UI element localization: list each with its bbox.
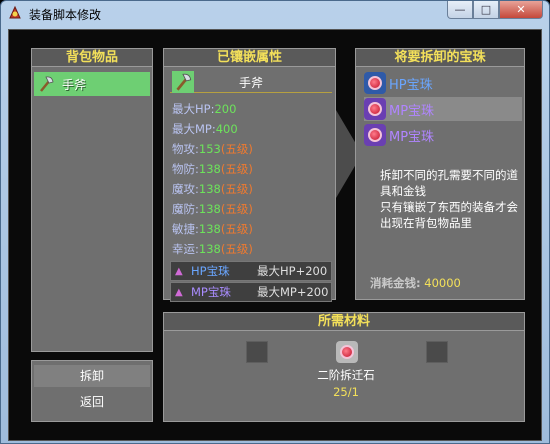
stat-key: 魔攻: (172, 182, 199, 196)
stat-value: 200 (214, 102, 237, 116)
bag-panel: 背包物品 手斧 (31, 48, 153, 352)
selected-item-label: 手斧 (238, 76, 263, 90)
cost-label: 消耗金钱: (370, 276, 421, 290)
gem-item-mp-selected[interactable]: MP宝珠 (364, 97, 522, 121)
axe-icon (40, 76, 54, 92)
inlaid-gem-name: HP宝珠 (191, 264, 230, 278)
stat-key: 敏捷: (172, 222, 199, 236)
stat-row: 最大MP:400 (172, 119, 253, 139)
material-slot-empty[interactable] (246, 341, 268, 363)
stat-key: 物攻: (172, 142, 199, 156)
material-gem-icon[interactable] (336, 341, 358, 363)
bag-item-label: 手斧 (62, 77, 87, 92)
stat-level: (五级) (220, 142, 253, 156)
inlaid-panel-header: 已镶嵌属性 (164, 49, 335, 67)
gems-panel-header: 将要拆卸的宝珠 (356, 49, 524, 67)
mp-gem-icon (364, 124, 386, 146)
maximize-button[interactable]: □ (473, 1, 499, 19)
gem-item-name: MP宝珠 (389, 129, 435, 145)
stat-level: (五级) (220, 222, 253, 236)
bag-panel-header: 背包物品 (32, 49, 152, 67)
stat-value: 138 (198, 242, 221, 256)
stat-row: 魔攻:138(五级) (172, 179, 253, 199)
inlaid-gem-name: MP宝珠 (191, 285, 231, 299)
inlaid-gem-mp[interactable]: ▲ MP宝珠 最大MP+200 (170, 282, 332, 302)
stat-value: 400 (215, 122, 238, 136)
materials-panel: 所需材料 二阶拆迁石 25/1 (163, 312, 525, 422)
gems-to-remove-panel: 将要拆卸的宝珠 HP宝珠 MP宝珠 MP宝珠 拆卸不同的孔需要不同的道具和金钱 … (355, 48, 525, 300)
minimize-button[interactable]: — (447, 1, 473, 19)
gem-item-name: HP宝珠 (389, 77, 433, 93)
gem-item-name: MP宝珠 (389, 103, 435, 119)
window-controls: — □ ✕ (447, 1, 543, 19)
app-window: 装备脚本修改 — □ ✕ 背包物品 手斧 拆卸 返回 已镶嵌属性 手斧 最大HP… (0, 0, 550, 444)
actions-panel: 拆卸 返回 (31, 360, 153, 422)
hp-gem-icon (364, 72, 386, 94)
stat-row: 敏捷:138(五级) (172, 219, 253, 239)
stat-level: (五级) (220, 162, 253, 176)
stat-value: 153 (198, 142, 221, 156)
window-title: 装备脚本修改 (29, 8, 102, 22)
stat-level: (五级) (220, 202, 253, 216)
stat-value: 138 (198, 162, 221, 176)
materials-panel-header: 所需材料 (164, 313, 524, 331)
material-slot-empty[interactable] (426, 341, 448, 363)
stat-row: 物攻:153(五级) (172, 139, 253, 159)
stat-level: (五级) (220, 182, 253, 196)
stat-value: 138 (198, 182, 221, 196)
material-name: 二阶拆迁石 (317, 368, 375, 382)
stat-level: (五级) (220, 242, 253, 256)
title-bar[interactable]: 装备脚本修改 — □ ✕ (1, 1, 549, 25)
notice-text: 拆卸不同的孔需要不同的道具和金钱 只有镶嵌了东西的装备才会出现在背包物品里 (380, 167, 524, 231)
stat-row: 魔防:138(五级) (172, 199, 253, 219)
stat-key: 最大HP: (172, 102, 215, 116)
stat-row: 幸运:138(五级) (172, 239, 253, 259)
material-count: 25/1 (333, 385, 359, 399)
stat-key: 魔防: (172, 202, 199, 216)
inlaid-gem-hp[interactable]: ▲ HP宝珠 最大HP+200 (170, 261, 332, 281)
mp-gem-icon (364, 98, 386, 120)
selected-item: 手斧 (170, 71, 332, 93)
stat-row: 最大HP:200 (172, 99, 253, 119)
inlaid-gem-effect: 最大HP+200 (257, 264, 328, 278)
gem-marker-icon: ▲ (175, 265, 183, 277)
back-button[interactable]: 返回 (34, 391, 150, 413)
stat-value: 138 (198, 202, 221, 216)
stat-key: 物防: (172, 162, 199, 176)
gem-marker-icon: ▲ (175, 286, 183, 298)
stat-value: 138 (198, 222, 221, 236)
stat-key: 最大MP: (172, 122, 216, 136)
close-button[interactable]: ✕ (499, 1, 543, 19)
stat-list: 最大HP:200 最大MP:400 物攻:153(五级) 物防:138(五级) … (172, 99, 253, 259)
notice-line: 只有镶嵌了东西的装备才会出现在背包物品里 (380, 200, 518, 230)
bag-item-hand-axe[interactable]: 手斧 (34, 72, 150, 96)
stat-row: 物防:138(五级) (172, 159, 253, 179)
app-icon (9, 5, 21, 19)
cost-value: 40000 (424, 276, 461, 290)
client-area: 背包物品 手斧 拆卸 返回 已镶嵌属性 手斧 最大HP:200 最大MP:400… (8, 29, 542, 441)
inlaid-gem-effect: 最大MP+200 (257, 285, 329, 299)
notice-line: 拆卸不同的孔需要不同的道具和金钱 (380, 168, 518, 198)
inlaid-panel: 已镶嵌属性 手斧 最大HP:200 最大MP:400 物攻:153(五级) 物防… (163, 48, 336, 302)
unmount-button[interactable]: 拆卸 (34, 365, 150, 387)
gem-item-mp[interactable]: MP宝珠 (364, 123, 522, 147)
cost-row: 消耗金钱: 40000 (370, 275, 461, 291)
axe-icon (172, 71, 194, 93)
stat-key: 幸运: (172, 242, 199, 256)
gem-item-hp[interactable]: HP宝珠 (364, 71, 522, 95)
